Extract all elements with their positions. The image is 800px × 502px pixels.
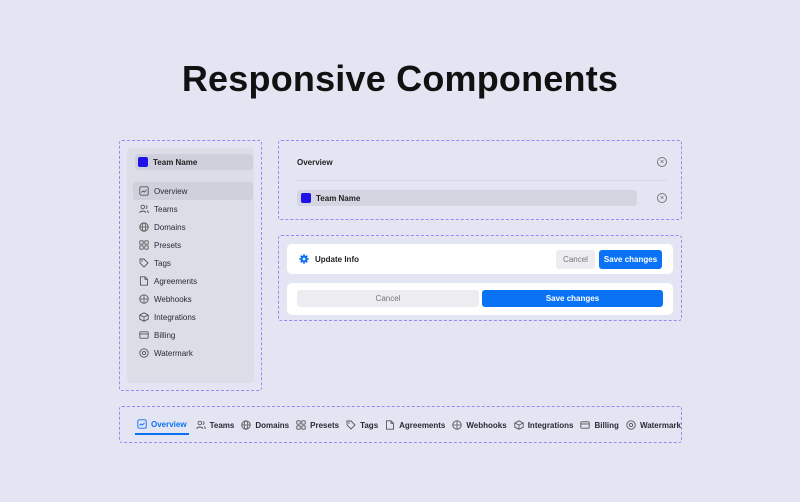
box-icon: [139, 312, 149, 322]
overview-row: Overview ×: [297, 157, 667, 167]
update-info-header: Update Info: [299, 244, 359, 274]
tab-domains[interactable]: Domains: [241, 415, 289, 435]
globe-icon: [139, 222, 149, 232]
overview-frame: Overview × Team Name ×: [278, 140, 682, 220]
tab-billing[interactable]: Billing: [580, 415, 619, 435]
users-icon: [139, 204, 149, 214]
update-info-title: Update Info: [315, 254, 359, 264]
team-name: Team Name: [153, 157, 198, 167]
tab-label: Webhooks: [466, 420, 507, 430]
tab-label: Agreements: [399, 420, 446, 430]
team-switcher[interactable]: Team Name: [297, 190, 637, 206]
tab-label: Presets: [310, 420, 340, 430]
tab-label: Tags: [360, 420, 379, 430]
tab-label: Billing: [594, 420, 619, 430]
grid-icon: [296, 420, 306, 430]
gear-icon: [299, 254, 309, 264]
update-info-card: Update Info Cancel Save changes: [287, 244, 673, 274]
tab-presets[interactable]: Presets: [296, 415, 339, 435]
overview-icon: [139, 186, 149, 196]
sidebar-item-label: Integrations: [154, 312, 196, 322]
tab-label: Teams: [209, 420, 235, 430]
team-row: Team Name ×: [297, 190, 667, 206]
tab-webhooks[interactable]: Webhooks: [452, 415, 507, 435]
sidebar-frame: Team Name Overview Teams Domains Presets…: [119, 140, 262, 391]
page-title: Responsive Components: [181, 58, 619, 99]
update-frame: Update Info Cancel Save changes Cancel S…: [278, 235, 682, 321]
tag-icon: [346, 420, 356, 430]
sidebar-item-label: Watermark: [154, 348, 193, 358]
tab-label: Domains: [255, 420, 290, 430]
sidebar-item-label: Teams: [154, 204, 178, 214]
sidebar-nav: Overview Teams Domains Presets Tags Agre…: [133, 182, 253, 362]
sidebar-item-label: Webhooks: [154, 294, 192, 304]
save-button[interactable]: Save changes: [599, 250, 662, 269]
horizontal-nav: Overview Teams Domains Presets Tags Agre…: [135, 415, 688, 435]
sidebar-item-teams[interactable]: Teams: [133, 200, 253, 218]
watermark-icon: [626, 420, 636, 430]
overview-label: Overview: [297, 157, 333, 167]
tab-overview[interactable]: Overview: [135, 415, 189, 435]
bottom-nav-frame: Overview Teams Domains Presets Tags Agre…: [119, 406, 682, 443]
sidebar-item-presets[interactable]: Presets: [133, 236, 253, 254]
tab-watermark[interactable]: Watermark: [626, 415, 681, 435]
cancel-button[interactable]: Cancel: [297, 290, 479, 307]
credit-card-icon: [580, 420, 591, 430]
sidebar-item-label: Billing: [154, 330, 176, 340]
tab-integrations[interactable]: Integrations: [514, 415, 574, 435]
close-icon[interactable]: ×: [657, 157, 667, 167]
team-logo: [301, 193, 311, 203]
sidebar-item-billing[interactable]: Billing: [133, 326, 253, 344]
tag-icon: [139, 258, 149, 268]
sidebar-item-overview[interactable]: Overview: [133, 182, 253, 200]
close-icon[interactable]: ×: [657, 193, 667, 203]
save-button[interactable]: Save changes: [482, 290, 663, 307]
sidebar-item-tags[interactable]: Tags: [133, 254, 253, 272]
box-icon: [514, 420, 524, 430]
sidebar-item-watermark[interactable]: Watermark: [133, 344, 253, 362]
sidebar-item-domains[interactable]: Domains: [133, 218, 253, 236]
update-actions-card: Cancel Save changes: [287, 283, 673, 315]
team-switcher[interactable]: Team Name: [135, 154, 253, 170]
cancel-button[interactable]: Cancel: [556, 250, 595, 269]
globe-icon: [241, 420, 251, 430]
tab-tags[interactable]: Tags: [346, 415, 378, 435]
document-icon: [385, 420, 395, 430]
grid-icon: [139, 240, 149, 250]
webhook-icon: [139, 294, 149, 304]
sidebar: Team Name Overview Teams Domains Presets…: [127, 148, 254, 383]
overview-icon: [137, 419, 147, 429]
team-logo: [138, 157, 148, 167]
tab-agreements[interactable]: Agreements: [385, 415, 445, 435]
sidebar-item-integrations[interactable]: Integrations: [133, 308, 253, 326]
tab-teams[interactable]: Teams: [195, 415, 235, 435]
tab-label: Watermark: [639, 420, 681, 430]
sidebar-item-label: Presets: [154, 240, 182, 250]
tab-label: Integrations: [527, 420, 574, 430]
users-icon: [195, 420, 206, 430]
sidebar-item-label: Tags: [154, 258, 171, 268]
sidebar-item-webhooks[interactable]: Webhooks: [133, 290, 253, 308]
sidebar-item-label: Overview: [154, 186, 188, 196]
sidebar-item-agreements[interactable]: Agreements: [133, 272, 253, 290]
team-name: Team Name: [316, 193, 361, 203]
tab-label: Overview: [151, 419, 187, 429]
sidebar-item-label: Domains: [154, 222, 186, 232]
credit-card-icon: [139, 330, 149, 340]
divider: [297, 180, 667, 181]
sidebar-item-label: Agreements: [154, 276, 198, 286]
webhook-icon: [452, 420, 463, 430]
watermark-icon: [139, 348, 149, 358]
document-icon: [139, 276, 149, 286]
